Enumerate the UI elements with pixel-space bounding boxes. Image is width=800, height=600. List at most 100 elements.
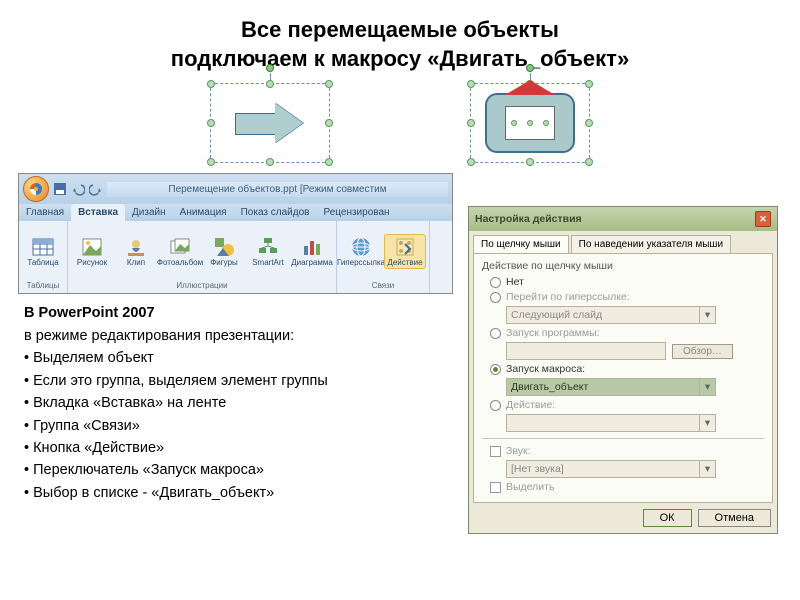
triangle-icon (505, 80, 555, 95)
resize-handle-icon[interactable] (467, 80, 475, 88)
group-label-illustrations: Иллюстрации (176, 280, 227, 291)
chevron-down-icon: ▾ (699, 461, 715, 477)
hyperlink-icon (350, 236, 372, 258)
checkbox-icon (490, 446, 501, 457)
tab-animation[interactable]: Анимация (173, 204, 234, 221)
radio-none[interactable]: Нет (490, 276, 764, 288)
chart-icon (301, 236, 323, 258)
resize-handle-icon[interactable] (207, 158, 215, 166)
selected-group-shape[interactable] (470, 83, 590, 163)
instr-bullet: Выбор в списке - «Двигать_объект» (33, 485, 274, 501)
selected-arrow-shape[interactable] (210, 83, 330, 163)
hyperlink-combo: Следующий слайд ▾ (506, 306, 716, 324)
chevron-down-icon: ▾ (699, 415, 715, 431)
resize-handle-icon[interactable] (266, 80, 274, 88)
title-line-2: подключаем к макросу «Двигать_объект» (171, 46, 629, 71)
quick-access-toolbar: Перемещение объектов.ppt [Режим совмести… (19, 174, 452, 204)
tab-insert[interactable]: Вставка (71, 204, 125, 221)
table-icon (32, 236, 54, 258)
powerpoint-ribbon-screenshot: Перемещение объектов.ppt [Режим совмести… (18, 173, 453, 294)
inner-rect-shape (505, 106, 555, 140)
chevron-down-icon: ▾ (699, 307, 715, 323)
tab-slideshow[interactable]: Показ слайдов (234, 204, 317, 221)
smartart-button[interactable]: SmartArt (247, 236, 289, 267)
resize-handle-icon[interactable] (325, 80, 333, 88)
hyperlink-button[interactable]: Гиперссылка (340, 236, 382, 267)
radio-hyperlink[interactable]: Перейти по гиперссылке: (490, 291, 764, 303)
close-button[interactable]: ✕ (755, 211, 771, 227)
shapes-icon (213, 236, 235, 258)
checkbox-sound[interactable]: Звук: (490, 445, 764, 457)
clip-label: Клип (127, 259, 145, 267)
combo-value: Двигать_объект (511, 381, 588, 393)
instr-bullet: Выделяем объект (33, 350, 154, 366)
checkbox-highlight[interactable]: Выделить (490, 481, 764, 493)
program-path-input (506, 342, 666, 360)
resize-handle-icon[interactable] (526, 158, 534, 166)
chevron-down-icon[interactable]: ▾ (699, 379, 715, 395)
clip-button[interactable]: Клип (115, 236, 157, 267)
close-icon: ✕ (759, 214, 767, 225)
instr-intro: в режиме редактирования презентации: (24, 328, 294, 344)
ribbon-group-links: Гиперссылка Действие Связи (337, 221, 430, 293)
cancel-button[interactable]: Отмена (698, 509, 771, 527)
office-button[interactable] (23, 176, 49, 202)
resize-handle-icon[interactable] (585, 158, 593, 166)
tab-review[interactable]: Рецензирован (316, 204, 396, 221)
ribbon-body: Таблица Таблицы Рисунок Клип Фотоальбом … (19, 221, 452, 293)
divider (482, 438, 764, 439)
undo-icon[interactable] (71, 182, 85, 196)
macro-combo[interactable]: Двигать_объект ▾ (506, 378, 716, 396)
chart-button[interactable]: Диаграмма (291, 236, 333, 267)
table-button[interactable]: Таблица (22, 236, 64, 267)
browse-button: Обзор… (672, 344, 733, 359)
instr-bullet: Группа «Связи» (33, 418, 140, 434)
radio-macro[interactable]: Запуск макроса: (490, 363, 764, 375)
radio-icon (490, 277, 501, 288)
hyperlink-label: Гиперссылка (337, 259, 385, 267)
tab-home[interactable]: Главная (19, 204, 71, 221)
action-button[interactable]: Действие (384, 234, 426, 269)
tab-on-click[interactable]: По щелчку мыши (473, 235, 569, 253)
shapes-label: Фигуры (210, 259, 238, 267)
sound-combo: [Нет звука]▾ (506, 460, 716, 478)
photoalbum-button[interactable]: Фотоальбом (159, 236, 201, 267)
tab-on-hover[interactable]: По наведении указателя мыши (571, 235, 731, 253)
selected-shapes-row (0, 81, 800, 173)
window-title: Перемещение объектов.ppt [Режим совмести… (107, 182, 448, 197)
resize-handle-icon (543, 120, 549, 126)
dialog-title-text: Настройка действия (475, 213, 582, 225)
picture-button[interactable]: Рисунок (71, 236, 113, 267)
resize-handle-icon[interactable] (325, 119, 333, 127)
redo-icon[interactable] (89, 182, 103, 196)
resize-handle-icon[interactable] (585, 119, 593, 127)
picture-label: Рисунок (77, 259, 107, 267)
combo-value: Следующий слайд (511, 309, 602, 321)
instr-bullet: Вкладка «Вставка» на ленте (33, 395, 226, 411)
radio-icon (490, 364, 501, 375)
resize-handle-icon[interactable] (266, 158, 274, 166)
ribbon-tabs: Главная Вставка Дизайн Анимация Показ сл… (19, 204, 452, 221)
ok-button[interactable]: ОК (643, 509, 692, 527)
resize-handle-icon[interactable] (585, 80, 593, 88)
shapes-button[interactable]: Фигуры (203, 236, 245, 267)
table-label: Таблица (27, 259, 58, 267)
resize-handle-icon[interactable] (467, 119, 475, 127)
resize-handle-icon (527, 120, 533, 126)
smartart-label: SmartArt (252, 259, 284, 267)
group-label-links: Связи (372, 280, 394, 291)
ole-action-combo: ▾ (506, 414, 716, 432)
dialog-panel: Действие по щелчку мыши Нет Перейти по г… (473, 253, 773, 503)
radio-program[interactable]: Запуск программы: (490, 327, 764, 339)
arrow-icon (235, 103, 305, 143)
resize-handle-icon[interactable] (325, 158, 333, 166)
radio-ole-label: Действие: (506, 399, 555, 411)
action-icon (394, 236, 416, 258)
tab-design[interactable]: Дизайн (125, 204, 173, 221)
resize-handle-icon[interactable] (207, 80, 215, 88)
resize-handle-icon[interactable] (207, 119, 215, 127)
save-icon[interactable] (53, 182, 67, 196)
resize-handle-icon[interactable] (467, 158, 475, 166)
instr-bullet: Кнопка «Действие» (33, 440, 164, 456)
dialog-titlebar[interactable]: Настройка действия ✕ (469, 207, 777, 231)
